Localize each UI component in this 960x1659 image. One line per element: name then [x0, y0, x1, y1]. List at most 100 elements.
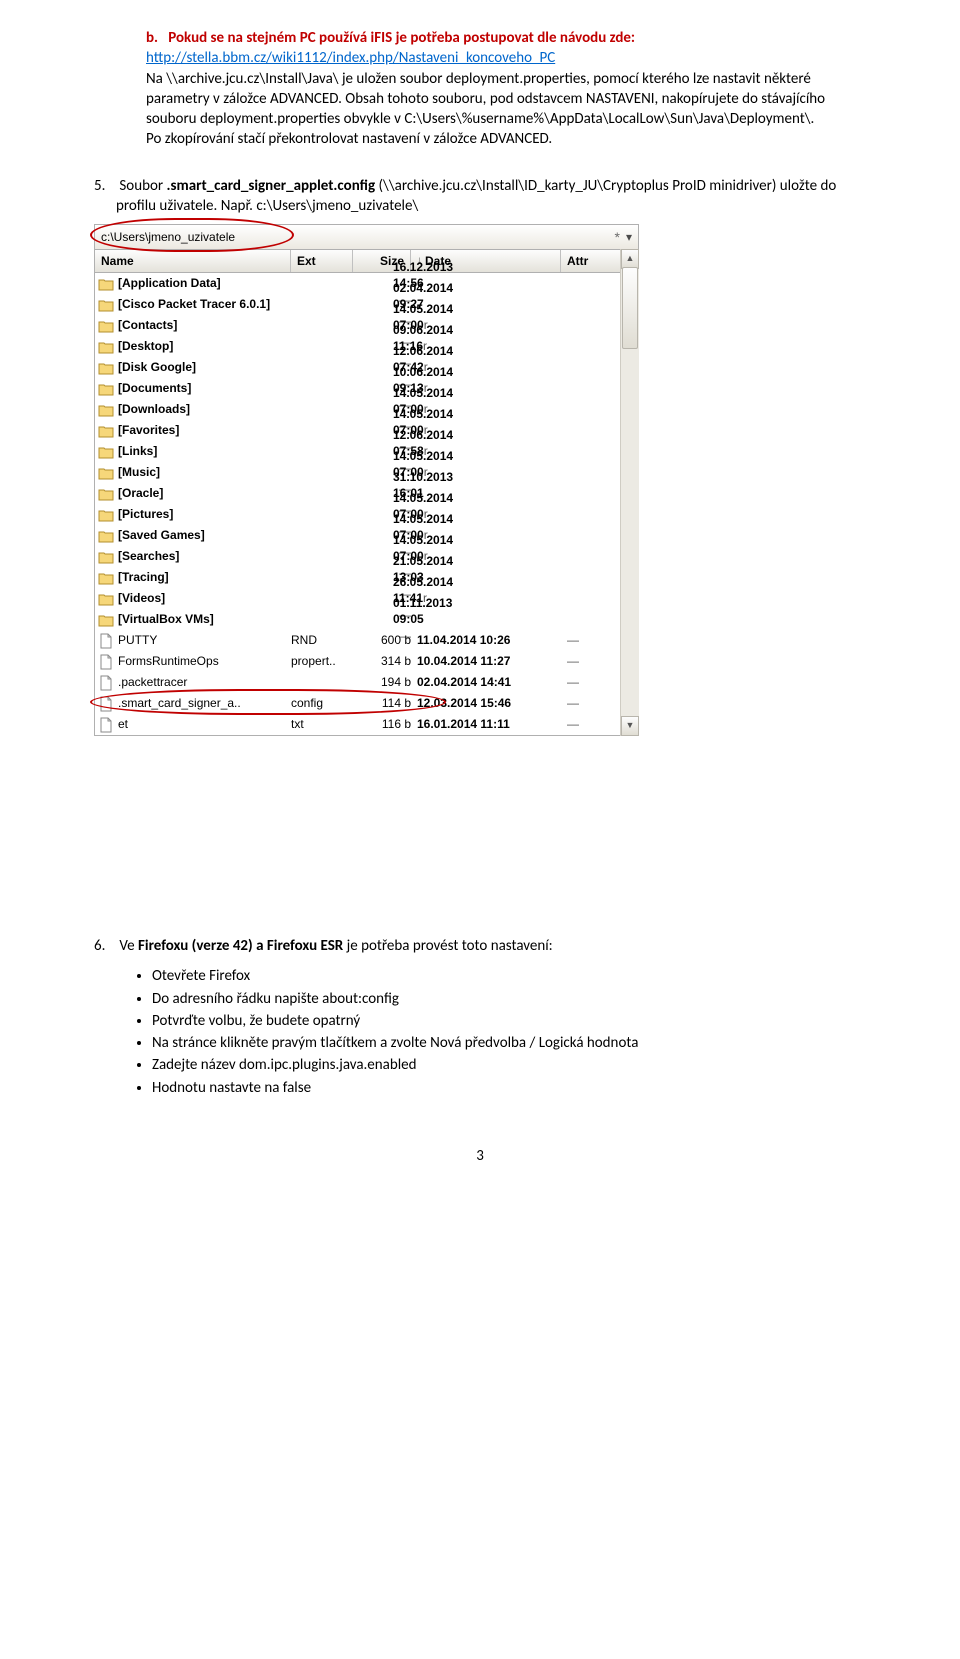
- row-date: 10.04.2014 11:27: [417, 653, 567, 669]
- num-5: 5.: [94, 176, 116, 196]
- row-name: [Oracle]: [118, 485, 291, 501]
- item-b-line1: Pokud se na stejném PC používá iFIS je p…: [168, 29, 635, 47]
- row-size: 194 b: [353, 674, 417, 690]
- row-name: [Videos]: [118, 590, 291, 606]
- row-size: 314 b: [353, 653, 417, 669]
- list-item: Zadejte název dom.ipc.plugins.java.enabl…: [152, 1055, 866, 1075]
- row-name: [Tracing]: [118, 569, 291, 585]
- path-dropdown-icon[interactable]: ▾: [626, 229, 632, 245]
- section-6: 6. Ve Firefoxu (verze 42) a Firefoxu ESR…: [94, 936, 866, 956]
- folder-icon: [97, 318, 115, 334]
- row-name: [Contacts]: [118, 317, 291, 333]
- row-name: [Downloads]: [118, 401, 291, 417]
- row-name: et: [118, 716, 291, 732]
- row-name: [Documents]: [118, 380, 291, 396]
- row-name: PUTTY: [118, 632, 291, 648]
- folder-icon: [97, 570, 115, 586]
- list-item: Hodnotu nastavte na false: [152, 1078, 866, 1098]
- path-text: c:\Users\jmeno_uzivatele: [101, 229, 235, 245]
- folder-icon: [97, 402, 115, 418]
- item-b-body: Na \\archive.jcu.cz\Install\Java\ je ulo…: [146, 69, 866, 150]
- scroll-down-icon[interactable]: ▼: [621, 716, 639, 736]
- path-bar[interactable]: c:\Users\jmeno_uzivatele * ▾: [94, 224, 639, 250]
- p5-pre: Soubor: [119, 177, 163, 195]
- folder-icon: [97, 276, 115, 292]
- page-number: 3: [94, 1146, 866, 1166]
- folder-icon: [97, 339, 115, 355]
- section-5: 5. Soubor .smart_card_signer_applet.conf…: [94, 176, 866, 217]
- list-item: Otevřete Firefox: [152, 966, 866, 986]
- row-name: [Cisco Packet Tracer 6.0.1]: [118, 296, 291, 312]
- row-date: 11.04.2014 10:26: [417, 632, 567, 648]
- table-row[interactable]: PUTTYRND600 b11.04.2014 10:26—: [95, 630, 638, 651]
- row-name: [VirtualBox VMs]: [118, 611, 291, 627]
- row-size: 116 b: [353, 716, 417, 732]
- row-name: .packettracer: [118, 674, 291, 690]
- col-name[interactable]: Name: [95, 250, 291, 272]
- p5-bold: .smart_card_signer_applet.config: [167, 177, 376, 195]
- row-ext: RND: [291, 632, 353, 648]
- p6-bold: Firefoxu (verze 42) a Firefoxu ESR: [138, 937, 343, 955]
- row-ext: config: [291, 695, 353, 711]
- table-row[interactable]: .packettracer194 b02.04.2014 14:41—: [95, 672, 638, 693]
- folder-icon: [97, 528, 115, 544]
- row-date: 12.03.2014 15:46: [417, 695, 567, 711]
- row-date: 16.01.2014 11:11: [417, 716, 567, 732]
- row-name: [Searches]: [118, 548, 291, 564]
- row-name: [Pictures]: [118, 506, 291, 522]
- row-ext: txt: [291, 716, 353, 732]
- folder-icon: [97, 612, 115, 628]
- p6-post: je potřeba provést toto nastavení:: [343, 937, 552, 955]
- row-date: 02.04.2014 14:41: [417, 674, 567, 690]
- scroll-thumb[interactable]: [622, 267, 638, 349]
- folder-icon: [97, 486, 115, 502]
- file-icon: [97, 654, 115, 670]
- file-icon: [97, 717, 115, 733]
- num-6: 6.: [94, 936, 116, 956]
- table-row[interactable]: FormsRuntimeOpspropert..314 b10.04.2014 …: [95, 651, 638, 672]
- file-rows: [Application Data]16.12.2013 14:56—[Cisc…: [94, 273, 639, 736]
- p6-pre: Ve: [119, 937, 138, 955]
- path-star-icon: *: [615, 228, 620, 247]
- item-b-label: b.: [146, 29, 158, 47]
- row-size: 114 b: [353, 695, 417, 711]
- list-item: Do adresního řádku napište about:config: [152, 989, 866, 1009]
- folder-icon: [97, 591, 115, 607]
- file-manager-screenshot: c:\Users\jmeno_uzivatele * ▾ Name Ext Si…: [94, 224, 866, 736]
- section-6-bullets: Otevřete Firefox Do adresního řádku napiš…: [94, 966, 866, 1098]
- row-name: [Music]: [118, 464, 291, 480]
- row-date: 01.11.2013 09:05: [393, 596, 452, 626]
- folder-icon: [97, 297, 115, 313]
- item-b-link[interactable]: http://stella.bbm.cz/wiki1112/index.php/…: [146, 49, 555, 67]
- folder-icon: [97, 507, 115, 523]
- row-name: [Favorites]: [118, 422, 291, 438]
- table-row[interactable]: .smart_card_signer_a..config114 b12.03.2…: [95, 693, 638, 714]
- folder-icon: [97, 423, 115, 439]
- folder-icon: [97, 381, 115, 397]
- list-item: Na stránce klikněte pravým tlačítkem a z…: [152, 1033, 866, 1053]
- col-ext[interactable]: Ext: [291, 250, 353, 272]
- scroll-up-icon[interactable]: ▲: [621, 249, 639, 269]
- folder-icon: [97, 360, 115, 376]
- file-icon: [97, 633, 115, 649]
- scroll-track[interactable]: [621, 267, 639, 718]
- row-size: 600 b: [353, 632, 417, 648]
- row-ext: propert..: [291, 653, 353, 669]
- list-item: Potvrďte volbu, že budete opatrný: [152, 1011, 866, 1031]
- row-name: [Disk Google]: [118, 359, 291, 375]
- row-name: [Desktop]: [118, 338, 291, 354]
- table-row[interactable]: ettxt116 b16.01.2014 11:11—: [95, 714, 638, 735]
- file-icon: [97, 696, 115, 712]
- section-b: b. Pokud se na stejném PC používá iFIS j…: [94, 28, 866, 150]
- folder-icon: [97, 444, 115, 460]
- file-icon: [97, 675, 115, 691]
- table-row[interactable]: [VirtualBox VMs]01.11.2013 09:05—: [95, 609, 638, 630]
- row-name: [Links]: [118, 443, 291, 459]
- row-name: FormsRuntimeOps: [118, 653, 291, 669]
- scrollbar[interactable]: ▲ ▼: [620, 249, 639, 736]
- row-name: .smart_card_signer_a..: [118, 695, 291, 711]
- folder-icon: [97, 465, 115, 481]
- row-name: [Application Data]: [118, 275, 291, 291]
- row-name: [Saved Games]: [118, 527, 291, 543]
- folder-icon: [97, 549, 115, 565]
